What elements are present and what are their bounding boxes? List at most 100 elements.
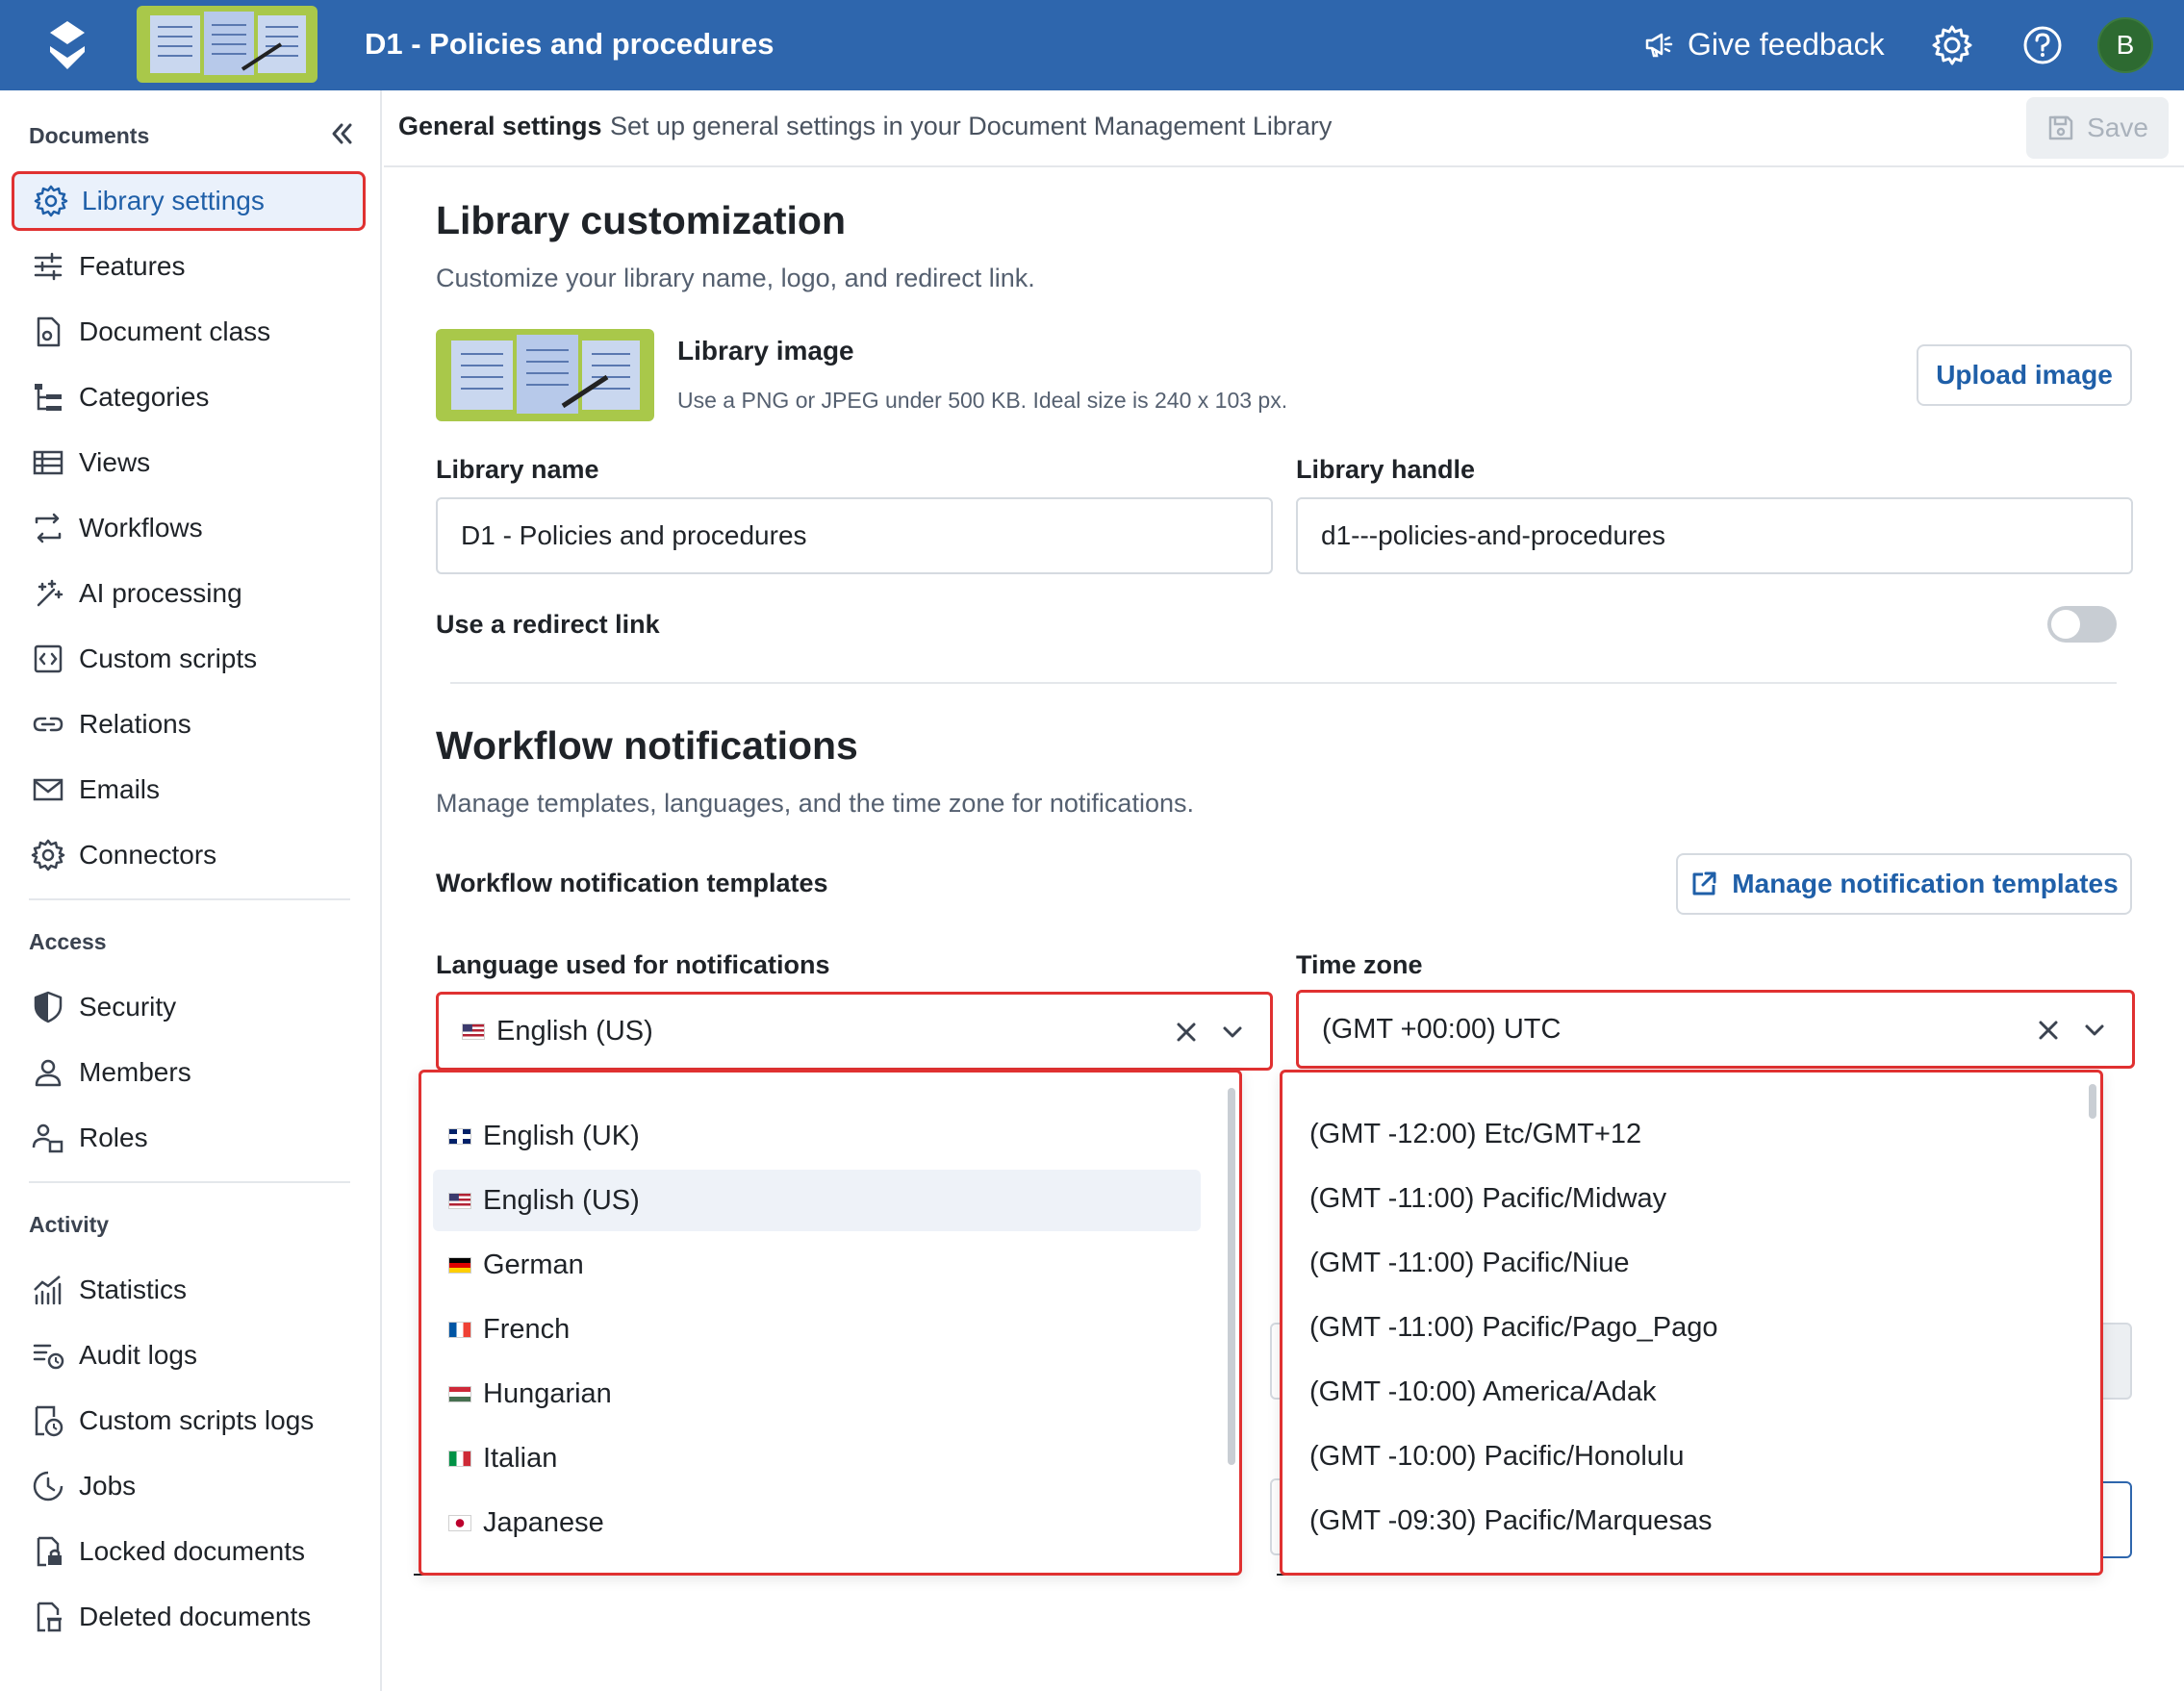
clear-icon[interactable] <box>1172 1018 1201 1047</box>
clock-icon <box>33 1471 63 1502</box>
sidebar-item-label: Audit logs <box>79 1340 197 1370</box>
link-icon <box>33 717 63 732</box>
sidebar-item-library-settings[interactable]: Library settings <box>12 171 366 231</box>
sidebar-item-ai-processing[interactable]: AI processing <box>12 564 366 623</box>
clear-icon[interactable] <box>2034 1016 2063 1045</box>
timezone-option[interactable]: (GMT -10:00) Pacific/Honolulu <box>1294 1426 2044 1487</box>
language-option-label: English (US) <box>483 1184 640 1216</box>
timezone-option[interactable]: (GMT -11:00) Pacific/Pago_Pago <box>1294 1297 2044 1358</box>
timezone-option[interactable]: (GMT -11:00) Pacific/Midway <box>1294 1168 2044 1229</box>
sidebar-item-custom-scripts-logs[interactable]: Custom scripts logs <box>12 1391 366 1451</box>
redirect-link-toggle[interactable] <box>2047 606 2117 643</box>
gear-icon <box>31 839 65 871</box>
document-gear-icon <box>37 316 61 347</box>
sidebar-item-roles[interactable]: Roles <box>12 1108 366 1168</box>
language-select[interactable]: English (US) <box>436 992 1273 1071</box>
sidebar-item-deleted-documents[interactable]: Deleted documents <box>12 1587 366 1647</box>
us-flag-icon <box>448 1192 471 1209</box>
save-button[interactable]: Save <box>2026 97 2169 159</box>
sidebar-item-custom-scripts[interactable]: Custom scripts <box>12 629 366 689</box>
give-feedback-button[interactable]: Give feedback <box>1643 21 1885 67</box>
sidebar-item-relations[interactable]: Relations <box>12 694 366 754</box>
floppy-disk-icon <box>2048 115 2073 140</box>
timezone-dropdown-scrollbar[interactable] <box>2089 1084 2096 1119</box>
library-name-input[interactable]: D1 - Policies and procedures <box>436 497 1273 574</box>
notification-templates-label: Workflow notification templates <box>436 869 828 897</box>
sidebar-item-label: Security <box>79 992 177 1022</box>
library-handle-label: Library handle <box>1296 455 1476 484</box>
code-icon <box>34 644 63 673</box>
collapse-sidebar-icon[interactable] <box>327 119 356 148</box>
user-avatar[interactable]: B <box>2097 17 2153 73</box>
library-handle-input[interactable]: d1---policies-and-procedures <box>1296 497 2133 574</box>
timezone-option[interactable]: (GMT -10:00) America/Adak <box>1294 1361 2044 1423</box>
language-option-label: Hungarian <box>483 1377 612 1409</box>
hungary-flag-icon <box>448 1385 471 1402</box>
sidebar-item-categories[interactable]: Categories <box>12 367 366 427</box>
page-title: General settings <box>398 112 602 140</box>
chevron-down-icon[interactable] <box>2080 1016 2109 1045</box>
language-label: Language used for notifications <box>436 950 830 979</box>
manage-notification-templates-button[interactable]: Manage notification templates <box>1676 853 2132 915</box>
script-log-icon <box>35 1405 63 1437</box>
library-name-label: Library name <box>436 455 599 484</box>
language-option-french[interactable]: French <box>433 1299 1201 1360</box>
language-option-label: Japanese <box>483 1506 604 1538</box>
language-option-italian[interactable]: Italian <box>433 1427 1201 1489</box>
language-option-german[interactable]: German <box>433 1234 1201 1296</box>
sidebar-item-label: Roles <box>79 1123 148 1152</box>
top-bar: D1 - Policies and procedures Give feedba… <box>0 0 2184 90</box>
sidebar-item-document-class[interactable]: Document class <box>12 302 366 362</box>
timezone-option[interactable]: (GMT -11:00) Pacific/Niue <box>1294 1232 2044 1294</box>
table-icon <box>33 450 63 475</box>
sidebar-item-jobs[interactable]: Jobs <box>12 1456 366 1516</box>
language-dropdown-scrollbar[interactable] <box>1228 1088 1235 1465</box>
library-thumbnail <box>137 6 317 83</box>
sidebar-item-statistics[interactable]: Statistics <box>12 1260 366 1320</box>
us-flag-icon <box>462 1022 485 1040</box>
language-option-japanese[interactable]: Japanese <box>433 1492 1201 1553</box>
sidebar: Documents Library settings Features Docu… <box>0 90 382 1691</box>
workflow-icon <box>35 513 62 543</box>
sidebar-item-views[interactable]: Views <box>12 433 366 492</box>
sidebar-divider <box>29 1181 350 1183</box>
sidebar-item-workflows[interactable]: Workflows <box>12 498 366 558</box>
settings-gear-icon[interactable] <box>1930 23 1974 67</box>
language-option-label: French <box>483 1313 571 1345</box>
sidebar-item-features[interactable]: Features <box>12 237 366 296</box>
sparkle-icon <box>37 579 63 607</box>
section-divider <box>450 682 2117 684</box>
timezone-option[interactable]: (GMT -12:00) Etc/GMT+12 <box>1294 1103 2044 1165</box>
language-option-english-us[interactable]: English (US) <box>433 1170 1201 1231</box>
timezone-select[interactable]: (GMT +00:00) UTC <box>1296 990 2135 1069</box>
section-title-workflow-notifications: Workflow notifications <box>436 723 858 768</box>
sidebar-item-locked-documents[interactable]: Locked documents <box>12 1522 366 1581</box>
language-option-hungarian[interactable]: Hungarian <box>433 1363 1201 1425</box>
chevron-down-icon[interactable] <box>1218 1018 1247 1047</box>
library-image-hint: Use a PNG or JPEG under 500 KB. Ideal si… <box>677 388 1288 413</box>
sidebar-divider <box>29 898 350 900</box>
help-icon[interactable] <box>2020 23 2065 67</box>
timezone-option[interactable]: (GMT -09:30) Pacific/Marquesas <box>1294 1490 2044 1552</box>
page-subtitle: Set up general settings in your Document… <box>610 112 1333 140</box>
sidebar-item-audit-logs[interactable]: Audit logs <box>12 1325 366 1385</box>
sidebar-item-security[interactable]: Security <box>12 977 366 1037</box>
upload-image-button[interactable]: Upload image <box>1917 344 2132 406</box>
roles-icon <box>32 1123 63 1153</box>
list-clock-icon <box>33 1344 64 1370</box>
sidebar-item-connectors[interactable]: Connectors <box>12 825 366 885</box>
chart-icon <box>34 1275 62 1305</box>
section-description-customization: Customize your library name, logo, and r… <box>436 264 1035 292</box>
sidebar-item-members[interactable]: Members <box>12 1043 366 1102</box>
language-option-english-uk[interactable]: English (UK) <box>433 1105 1201 1167</box>
sidebar-item-label: Workflows <box>79 513 203 543</box>
sidebar-item-label: AI processing <box>79 578 242 608</box>
save-label: Save <box>2087 113 2148 142</box>
mail-icon <box>33 778 63 801</box>
app-logo-icon[interactable] <box>46 19 89 71</box>
sidebar-item-emails[interactable]: Emails <box>12 760 366 820</box>
uk-flag-icon <box>448 1127 471 1145</box>
sidebar-item-label: Custom scripts <box>79 644 258 673</box>
sliders-icon <box>34 252 63 281</box>
library-title: D1 - Policies and procedures <box>365 27 775 61</box>
